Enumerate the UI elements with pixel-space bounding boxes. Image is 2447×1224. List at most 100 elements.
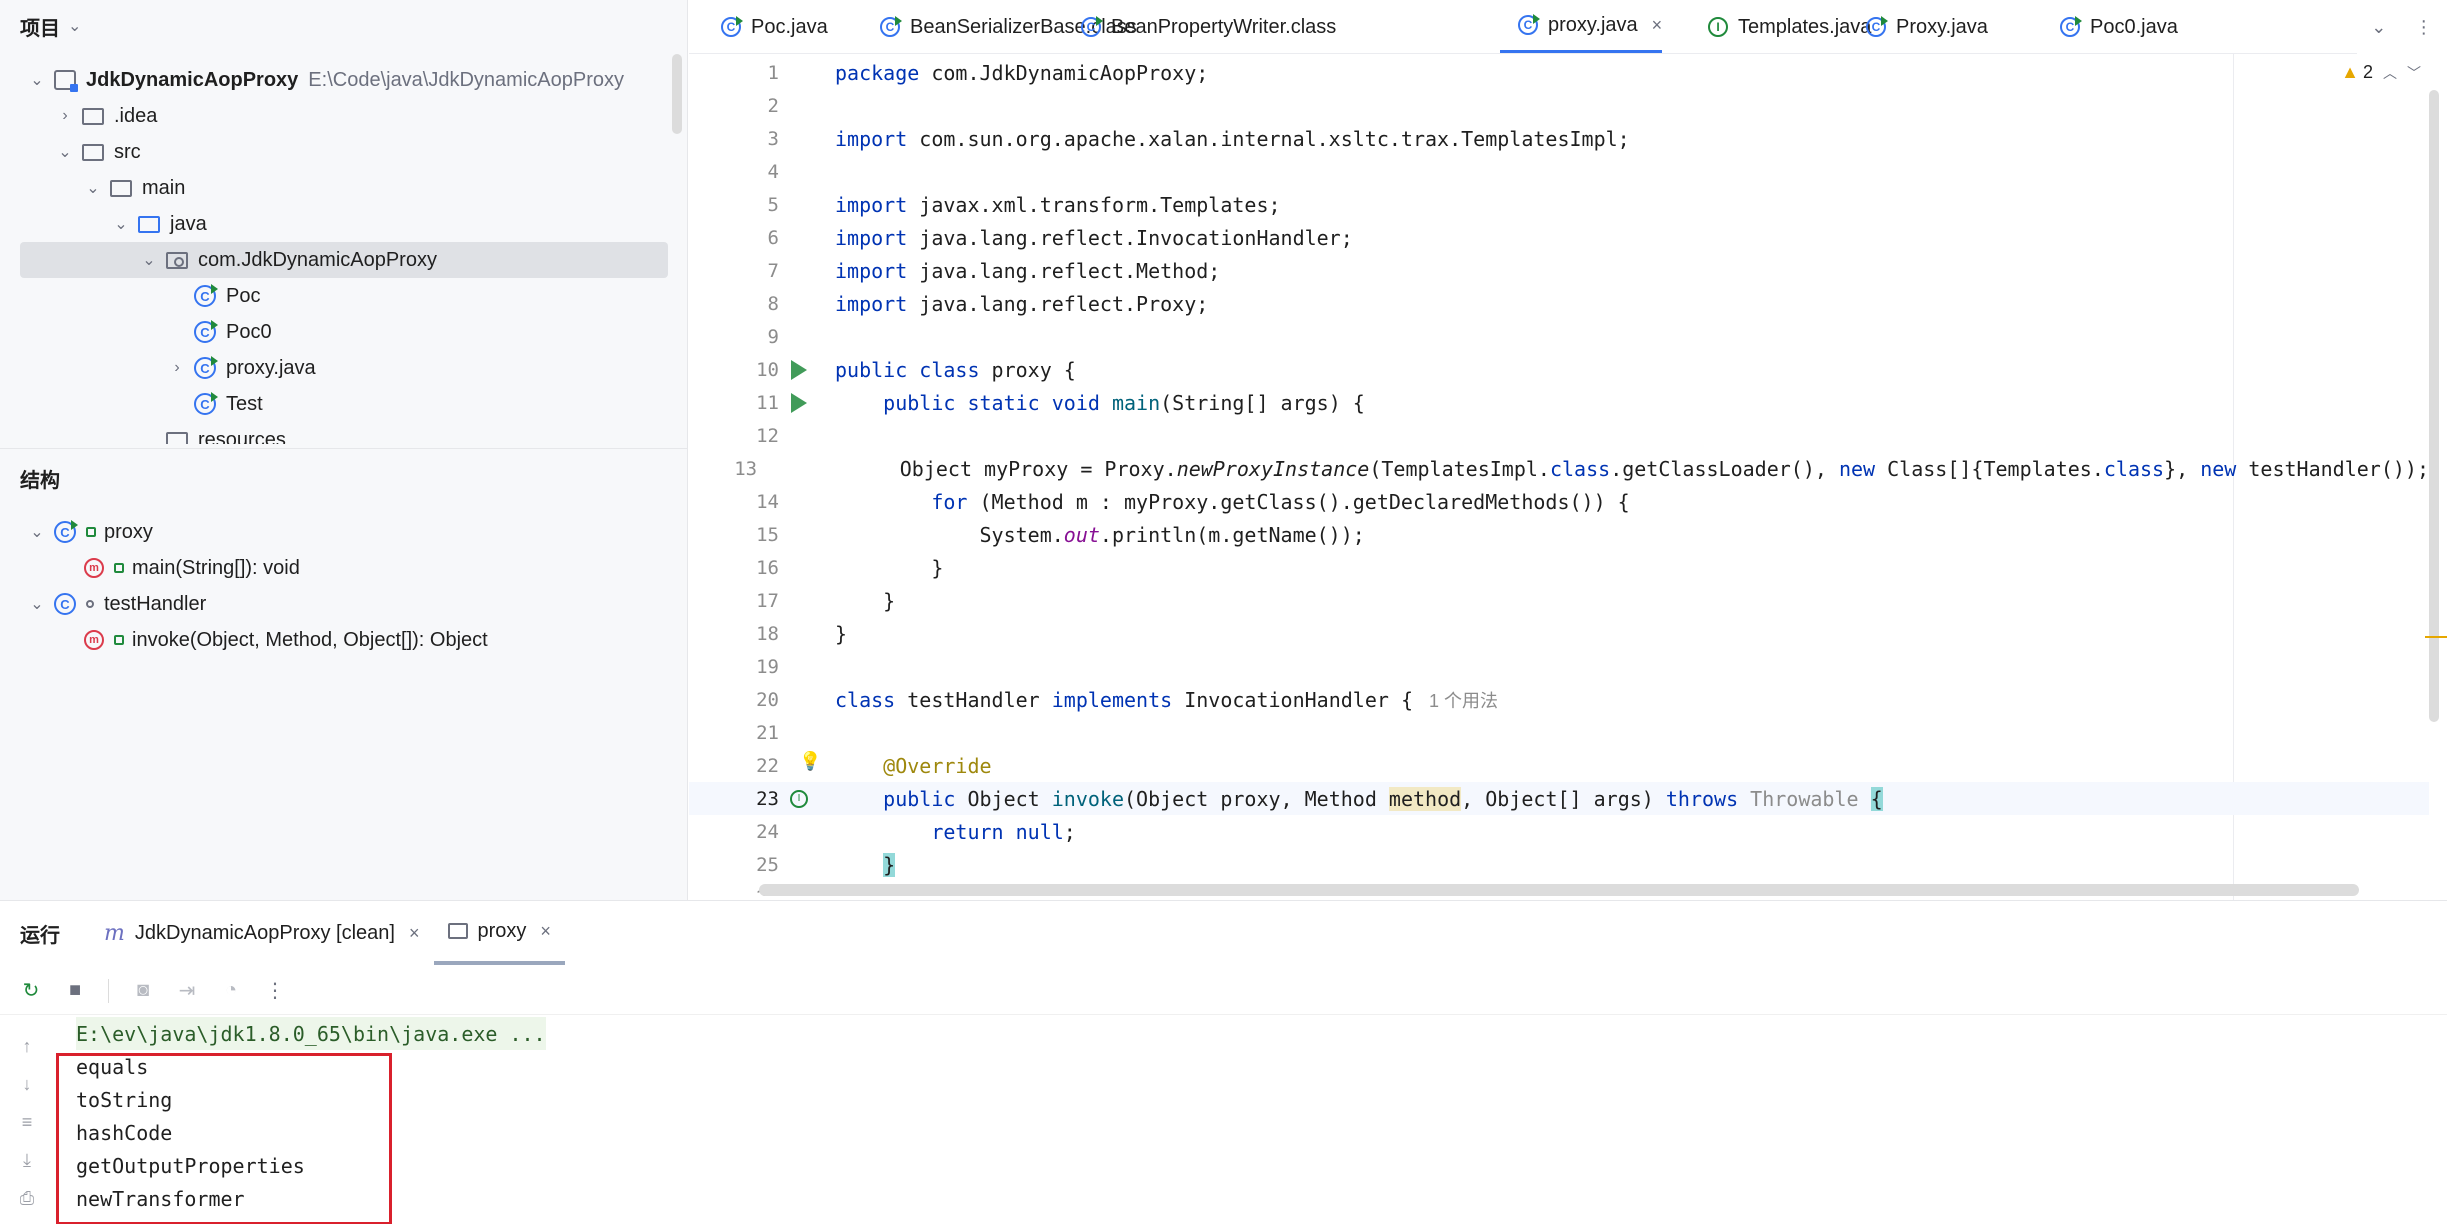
editor-horizontal-scrollbar[interactable] — [759, 884, 2359, 896]
line-number: 15 — [756, 523, 779, 546]
close-icon[interactable]: × — [1652, 15, 1663, 36]
close-icon[interactable]: × — [540, 921, 551, 942]
print-icon[interactable]: ⎙ — [16, 1179, 38, 1217]
tree-node[interactable]: ⌄ JdkDynamicAopProxy E:\Code\java\JdkDynam… — [20, 62, 668, 98]
code-line[interactable]: 7 import java.lang.reflect.Method; — [689, 254, 2429, 287]
code-token: (Object proxy, Method — [1124, 786, 1389, 811]
chevron-down-icon[interactable]: ⌄ — [56, 142, 74, 162]
chevron-down-icon[interactable]: ⌄ — [140, 250, 158, 270]
code-line[interactable]: 3 import com.sun.org.apache.xalan.interna… — [689, 122, 2429, 155]
code-line[interactable]: 8 import java.lang.reflect.Proxy; — [689, 287, 2429, 320]
warning-stripe-marker[interactable] — [2425, 636, 2447, 638]
tree-node[interactable]: ⌄ java — [20, 206, 668, 242]
structure-node-label: main(String[]): void — [132, 556, 300, 579]
code-line[interactable]: 21 — [689, 716, 2429, 749]
chevron-down-icon[interactable]: ⌄ — [68, 16, 81, 36]
usage-hint[interactable]: 1 个用法 — [1429, 691, 1498, 711]
run-tab[interactable]: proxy × — [433, 901, 565, 965]
code-line[interactable]: 15 System.out.println(m.getName()); — [689, 518, 2429, 551]
code-line[interactable]: 12 — [689, 419, 2429, 452]
more-vertical-icon[interactable]: ⋮ — [2415, 17, 2433, 38]
tree-node[interactable]: › Cproxy.java — [20, 350, 668, 386]
code-line[interactable]: 17 } — [689, 584, 2429, 617]
code-area[interactable]: 1 package com.JdkDynamicAopProxy; 2 3 import… — [689, 56, 2429, 896]
tree-node[interactable]: ⌄ com.JdkDynamicAopProxy — [20, 242, 668, 278]
tree-node[interactable]: ›resources — [20, 422, 668, 444]
login-icon[interactable]: ⇥ — [176, 978, 198, 1003]
inspection-widget[interactable]: ▲ 2 ︿ ﹀ — [2341, 62, 2421, 83]
tree-node[interactable]: ›CTest — [20, 386, 668, 422]
run-tab[interactable]: m JdkDynamicAopProxy [clean] × — [90, 901, 434, 965]
chevron-down-icon[interactable]: ⌄ — [28, 522, 46, 542]
code-line[interactable]: 24 return null; — [689, 815, 2429, 848]
code-line[interactable]: 4 — [689, 155, 2429, 188]
chevron-up-icon[interactable]: ︿ — [2383, 63, 2397, 83]
scroll-to-end-icon[interactable]: ⤓ — [16, 1141, 38, 1179]
code-line[interactable]: 5 import javax.xml.transform.Templates; — [689, 188, 2429, 221]
code-line[interactable]: 6 import java.lang.reflect.InvocationHand… — [689, 221, 2429, 254]
project-tree-scrollbar[interactable] — [672, 54, 682, 134]
chevron-down-icon[interactable]: ⌄ — [28, 70, 46, 90]
console-output[interactable]: E:\ev\java\jdk1.8.0_65\bin\java.exe ... … — [56, 1017, 2376, 1224]
chevron-down-icon[interactable]: ﹀ — [2407, 63, 2421, 83]
code-line[interactable]: 16 } — [689, 551, 2429, 584]
editor-tab[interactable]: C Proxy.java — [1848, 0, 1988, 53]
editor-tab[interactable]: C BeanPropertyWriter.class — [1063, 0, 1336, 53]
tree-node[interactable]: › .idea — [20, 98, 668, 134]
editor-tab[interactable]: Cproxy.java × — [1500, 0, 1663, 53]
chevron-down-icon[interactable]: ⌄ — [84, 178, 102, 198]
tree-node[interactable]: ⌄ src — [20, 134, 668, 170]
editor-tab[interactable]: I Templates.java — [1690, 0, 1871, 53]
tab-overflow[interactable]: ⌄ ⋮ — [2357, 0, 2447, 54]
arrow-up-icon[interactable]: ↑ — [16, 1027, 38, 1065]
gutter — [779, 359, 819, 380]
line-number: 24 — [756, 820, 779, 843]
code-line[interactable]: 14 for (Method m : myProxy.getClass().ge… — [689, 485, 2429, 518]
camera-icon[interactable]: ◙ — [132, 979, 154, 1002]
code-line[interactable]: 20 class testHandler implements Invocatio… — [689, 683, 2429, 716]
stop-icon[interactable]: ■ — [64, 979, 86, 1002]
structure-node[interactable]: ⌄ Cproxy — [20, 514, 668, 550]
code-line[interactable]: 25 } — [689, 848, 2429, 881]
code-line[interactable]: 23 I public Object invoke(Object proxy, M… — [689, 782, 2429, 815]
code-line[interactable]: 19 — [689, 650, 2429, 683]
chevron-down-icon[interactable]: ⌄ — [112, 214, 130, 234]
editor-tab[interactable]: C Poc0.java — [2042, 0, 2178, 53]
editor-tab-label: proxy.java — [1548, 13, 1638, 36]
code-token: Object — [955, 786, 1052, 811]
structure-node[interactable]: ⌄ CtestHandler — [20, 586, 668, 622]
rerun-icon[interactable]: ↻ — [20, 978, 42, 1003]
chevron-down-icon[interactable]: ⌄ — [2371, 17, 2386, 38]
code-line[interactable]: 11 public static void main(String[] args… — [689, 386, 2429, 419]
code-line[interactable]: 1 package com.JdkDynamicAopProxy; — [689, 56, 2429, 89]
profiler-icon[interactable]: ◔ — [220, 979, 242, 1002]
chevron-right-icon[interactable]: › — [56, 107, 74, 125]
project-header[interactable]: 项目 ⌄ — [0, 0, 687, 52]
code-line[interactable]: 18} — [689, 617, 2429, 650]
code-text: class testHandler implements InvocationH… — [819, 687, 1498, 713]
run-icon[interactable] — [791, 392, 807, 413]
structure-node[interactable]: ⌄minvoke(Object, Method, Object[]): Obje… — [20, 622, 668, 658]
close-icon[interactable]: × — [409, 923, 420, 944]
tree-node[interactable]: ⌄ main — [20, 170, 668, 206]
tree-node[interactable]: ›CPoc — [20, 278, 668, 314]
code-token: java.lang.reflect.InvocationHandler; — [907, 225, 1353, 250]
editor-tab[interactable]: C Poc.java — [703, 0, 828, 53]
tree-node[interactable]: ›CPoc0 — [20, 314, 668, 350]
run-icon[interactable] — [791, 359, 807, 380]
chevron-right-icon[interactable]: › — [168, 359, 186, 377]
implements-method-icon[interactable]: I — [790, 789, 808, 808]
code-line[interactable]: 2 — [689, 89, 2429, 122]
lightbulb-icon[interactable]: 💡 — [799, 751, 821, 772]
editor-vertical-scrollbar[interactable] — [2429, 90, 2439, 722]
code-line[interactable]: 9 — [689, 320, 2429, 353]
soft-wrap-icon[interactable]: ≡ — [16, 1103, 38, 1141]
code-line[interactable]: 22 💡 @Override — [689, 749, 2429, 782]
more-vertical-icon[interactable]: ⋮ — [264, 978, 286, 1003]
code-line[interactable]: 10 public class proxy { — [689, 353, 2429, 386]
structure-node[interactable]: ⌄mmain(String[]): void — [20, 550, 668, 586]
chevron-down-icon[interactable]: ⌄ — [28, 594, 46, 614]
code-line[interactable]: 13 Object myProxy = Proxy.newProxyInstan… — [689, 452, 2429, 485]
arrow-down-icon[interactable]: ↓ — [16, 1065, 38, 1103]
